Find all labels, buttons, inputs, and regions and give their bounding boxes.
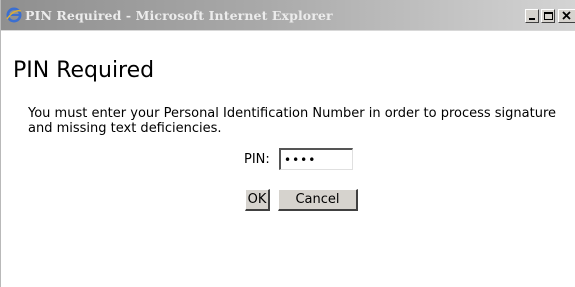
close-button[interactable] (558, 9, 575, 23)
ie-icon (6, 7, 22, 23)
window-title: PIN Required - Microsoft Internet Explor… (25, 8, 333, 23)
ok-button[interactable]: OK (245, 189, 270, 211)
pin-instructions: You must enter your Personal Identificat… (28, 106, 557, 136)
cancel-button[interactable]: Cancel (278, 189, 358, 211)
minimize-icon (529, 18, 535, 20)
browser-popup-window: PIN Required - Microsoft Internet Explor… (0, 0, 575, 287)
pin-label: PIN: (244, 152, 270, 167)
pin-input[interactable] (279, 148, 353, 170)
maximize-button[interactable] (541, 9, 555, 23)
close-icon (562, 11, 571, 20)
minimize-button[interactable] (525, 9, 539, 23)
title-bar[interactable]: PIN Required - Microsoft Internet Explor… (1, 0, 575, 31)
page-title: PIN Required (13, 58, 155, 83)
maximize-icon (544, 12, 553, 20)
